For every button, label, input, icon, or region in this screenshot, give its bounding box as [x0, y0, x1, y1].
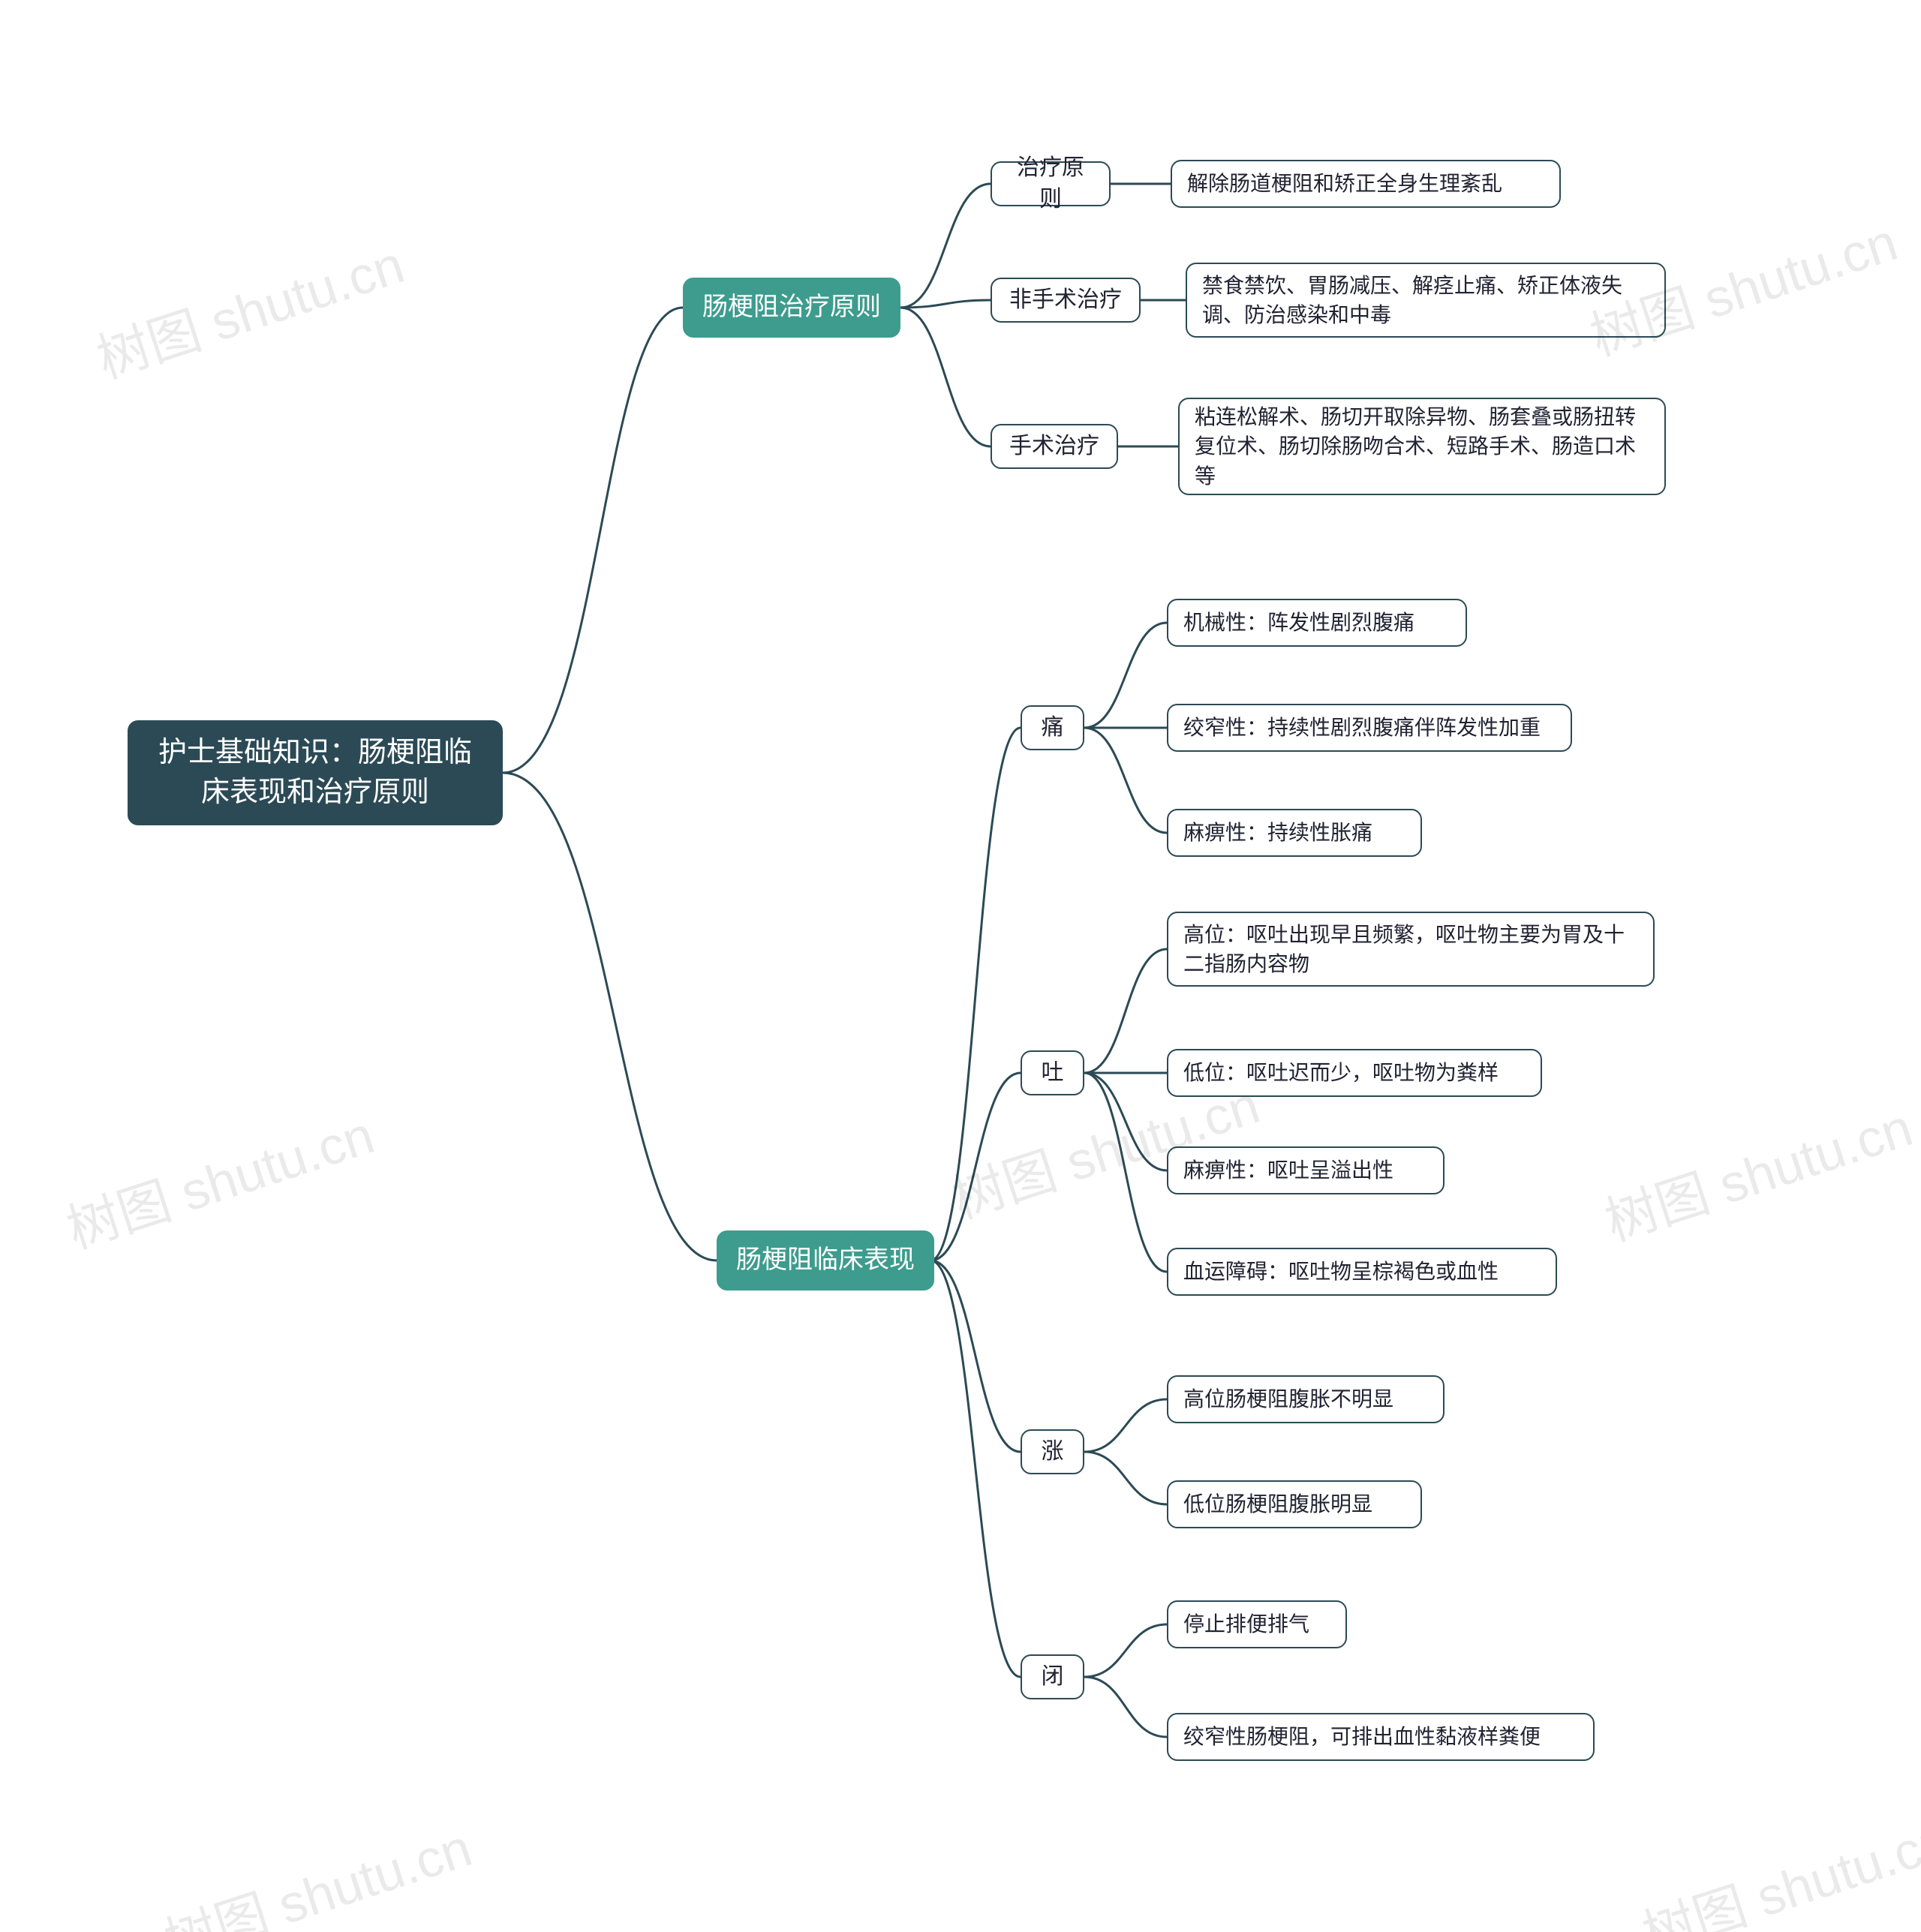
leaf-text: 粘连松解术、肠切开取除异物、肠套叠或肠扭转复位术、肠切除肠吻合术、短路手术、肠造… — [1195, 402, 1649, 491]
node-zhang[interactable]: 涨 — [1021, 1429, 1084, 1474]
leaf-node[interactable]: 粘连松解术、肠切开取除异物、肠套叠或肠扭转复位术、肠切除肠吻合术、短路手术、肠造… — [1178, 398, 1666, 495]
leaf-node[interactable]: 高位肠梗阻腹胀不明显 — [1167, 1375, 1445, 1423]
leaf-text: 高位：呕吐出现早且频繁，呕吐物主要为胃及十二指肠内容物 — [1183, 920, 1638, 978]
leaf-text: 绞窄性肠梗阻，可排出血性黏液样粪便 — [1183, 1722, 1541, 1751]
leaf-node[interactable]: 低位：呕吐迟而少，呕吐物为粪样 — [1167, 1049, 1542, 1097]
leaf-node[interactable]: 绞窄性：持续性剧烈腹痛伴阵发性加重 — [1167, 704, 1572, 752]
node-surgical[interactable]: 手术治疗 — [991, 424, 1118, 469]
node-label: 治疗原则 — [1009, 152, 1093, 215]
leaf-text: 血运障碍：呕吐物呈棕褐色或血性 — [1183, 1257, 1499, 1286]
leaf-node[interactable]: 禁食禁饮、胃肠减压、解痉止痛、矫正体液失调、防治感染和中毒 — [1186, 263, 1666, 338]
node-label: 非手术治疗 — [1009, 284, 1122, 316]
node-nonsurgical[interactable]: 非手术治疗 — [991, 278, 1141, 323]
leaf-text: 麻痹性：呕吐呈溢出性 — [1183, 1155, 1393, 1185]
node-label: 涨 — [1042, 1436, 1064, 1468]
leaf-node[interactable]: 麻痹性：持续性胀痛 — [1167, 809, 1422, 857]
branch-clinical-manifestations[interactable]: 肠梗阻临床表现 — [717, 1230, 934, 1291]
leaf-node[interactable]: 高位：呕吐出现早且频繁，呕吐物主要为胃及十二指肠内容物 — [1167, 912, 1655, 987]
leaf-node[interactable]: 机械性：阵发性剧烈腹痛 — [1167, 599, 1467, 647]
mindmap-canvas: 护士基础知识：肠梗阻临床表现和治疗原则 肠梗阻治疗原则 肠梗阻临床表现 治疗原则… — [0, 0, 1921, 1932]
leaf-text: 低位肠梗阻腹胀明显 — [1183, 1489, 1372, 1519]
branch-label: 肠梗阻临床表现 — [736, 1242, 915, 1278]
leaf-text: 麻痹性：持续性胀痛 — [1183, 818, 1372, 847]
node-bi[interactable]: 闭 — [1021, 1654, 1084, 1699]
leaf-text: 禁食禁饮、胃肠减压、解痉止痛、矫正体液失调、防治感染和中毒 — [1202, 271, 1649, 329]
leaf-text: 停止排便排气 — [1183, 1609, 1309, 1639]
leaf-node[interactable]: 停止排便排气 — [1167, 1600, 1347, 1648]
leaf-node[interactable]: 低位肠梗阻腹胀明显 — [1167, 1480, 1422, 1528]
root-label: 护士基础知识：肠梗阻临床表现和治疗原则 — [146, 733, 485, 813]
node-label: 痛 — [1042, 712, 1064, 744]
node-pain[interactable]: 痛 — [1021, 705, 1084, 750]
leaf-node[interactable]: 麻痹性：呕吐呈溢出性 — [1167, 1146, 1445, 1194]
branch-treatment-principles[interactable]: 肠梗阻治疗原则 — [683, 278, 900, 338]
node-vomit[interactable]: 吐 — [1021, 1050, 1084, 1095]
leaf-text: 高位肠梗阻腹胀不明显 — [1183, 1384, 1393, 1414]
leaf-node[interactable]: 解除肠道梗阻和矫正全身生理紊乱 — [1171, 160, 1561, 208]
leaf-text: 机械性：阵发性剧烈腹痛 — [1183, 608, 1414, 637]
node-label: 吐 — [1042, 1057, 1064, 1089]
node-label: 闭 — [1042, 1661, 1064, 1693]
node-label: 手术治疗 — [1009, 431, 1099, 462]
leaf-text: 低位：呕吐迟而少，呕吐物为粪样 — [1183, 1058, 1499, 1087]
leaf-node[interactable]: 绞窄性肠梗阻，可排出血性黏液样粪便 — [1167, 1713, 1595, 1761]
root-node[interactable]: 护士基础知识：肠梗阻临床表现和治疗原则 — [128, 720, 503, 825]
leaf-node[interactable]: 血运障碍：呕吐物呈棕褐色或血性 — [1167, 1248, 1557, 1296]
branch-label: 肠梗阻治疗原则 — [702, 290, 881, 326]
leaf-text: 解除肠道梗阻和矫正全身生理紊乱 — [1187, 169, 1502, 198]
leaf-text: 绞窄性：持续性剧烈腹痛伴阵发性加重 — [1183, 713, 1541, 742]
node-treatment-principle[interactable]: 治疗原则 — [991, 161, 1111, 206]
